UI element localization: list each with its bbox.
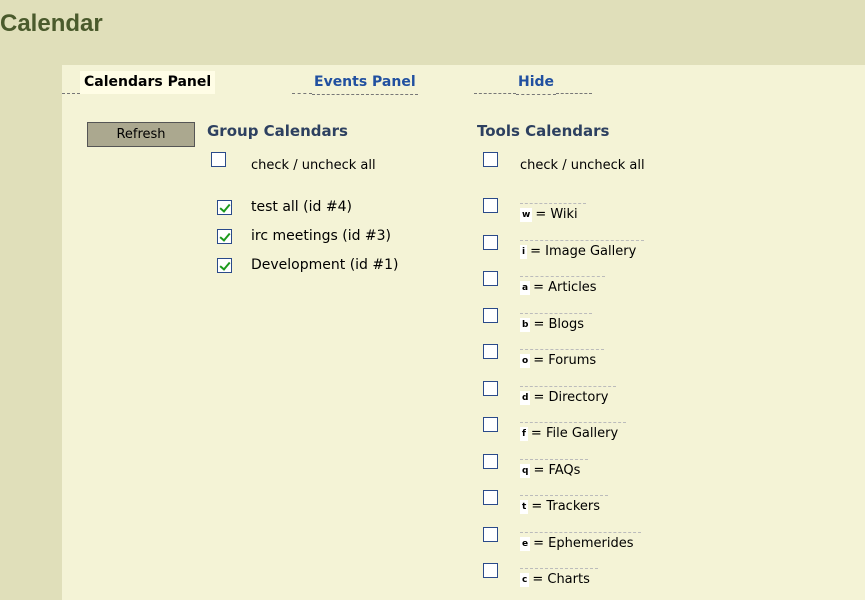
group-calendar-label: test all (id #4) [251, 199, 352, 215]
tool-calendar-row: w = Wiki [520, 203, 586, 226]
tool-calendar-row: q = FAQs [520, 458, 589, 482]
tool-calendar-label: = Charts [532, 572, 590, 587]
group-calendar-checkbox[interactable] [217, 258, 232, 273]
group-calendar-checkbox[interactable] [217, 200, 232, 215]
tool-letter-badge: t [520, 500, 529, 514]
tool-letter-badge: i [520, 244, 528, 259]
group-calendars-heading: Group Calendars [207, 122, 348, 140]
tool-calendar-label: = Directory [533, 389, 609, 405]
tool-letter-badge: d [520, 390, 531, 405]
tool-calendar-checkbox[interactable] [483, 563, 498, 578]
tool-letter-badge: a [520, 281, 531, 295]
page-title: Calendar [0, 10, 103, 37]
tool-calendar-checkbox[interactable] [483, 417, 498, 432]
tool-letter-badge: f [520, 427, 528, 441]
tool-calendar-row: f = File Gallery [520, 422, 627, 445]
tool-calendar-label: = Articles [533, 280, 597, 295]
tool-calendar-row: i = Image Gallery [520, 239, 645, 263]
tools-calendars-heading: Tools Calendars [477, 122, 610, 140]
tool-calendar-row: c = Charts [520, 568, 598, 591]
tab-events-panel[interactable]: Events Panel [312, 71, 418, 95]
tool-calendar-row: b = Blogs [520, 312, 592, 336]
tool-calendar-row: e = Ephemerides [520, 531, 642, 555]
tab-divider [556, 93, 592, 94]
tool-calendar-label: = FAQs [533, 462, 581, 478]
tool-letter-badge: q [520, 463, 531, 478]
tool-letter-badge: e [520, 536, 531, 551]
tool-calendar-row: d = Directory [520, 385, 617, 409]
tool-calendar-label: = Wiki [535, 207, 578, 222]
tool-calendar-checkbox[interactable] [483, 380, 498, 396]
tool-letter-badge: c [520, 573, 530, 587]
refresh-button[interactable]: Refresh [87, 122, 195, 147]
tab-bar: Calendars Panel Events Panel Hide [62, 71, 592, 97]
tool-calendar-checkbox[interactable] [483, 198, 498, 213]
tab-calendars-panel[interactable]: Calendars Panel [80, 71, 216, 94]
group-calendar-label: Development (id #1) [251, 257, 399, 273]
tool-calendar-row: o = Forums [520, 349, 605, 372]
tool-calendar-label: = Ephemerides [533, 535, 634, 551]
group-check-all-label: check / uncheck all [251, 158, 376, 173]
tool-calendar-checkbox[interactable] [483, 344, 498, 359]
tool-calendar-checkbox[interactable] [483, 234, 498, 250]
tools-check-all-label: check / uncheck all [520, 158, 645, 173]
tool-calendar-row: a = Articles [520, 276, 605, 299]
tool-calendar-label: = Trackers [531, 499, 601, 514]
group-calendar-label: irc meetings (id #3) [251, 228, 392, 244]
tool-calendar-checkbox[interactable] [483, 453, 498, 469]
tool-calendar-checkbox[interactable] [483, 490, 498, 505]
tool-letter-badge: w [520, 208, 533, 222]
tab-divider [292, 93, 312, 94]
tool-calendar-checkbox[interactable] [483, 526, 498, 542]
tab-hide[interactable]: Hide [516, 71, 557, 95]
tool-calendar-label: = File Gallery [530, 426, 619, 441]
tool-calendar-checkbox[interactable] [483, 271, 498, 286]
tab-divider [474, 93, 516, 94]
group-check-all-checkbox[interactable] [211, 152, 226, 167]
tool-calendar-checkbox[interactable] [483, 307, 498, 323]
tool-calendar-label: = Image Gallery [530, 243, 637, 259]
tools-check-all-checkbox[interactable] [483, 152, 498, 167]
tab-divider [62, 93, 80, 94]
group-calendar-checkbox[interactable] [217, 229, 232, 244]
tool-letter-badge: b [520, 317, 531, 332]
tool-calendar-row: t = Trackers [520, 495, 609, 518]
tool-calendar-label: = Blogs [533, 316, 584, 332]
tool-calendar-label: = Forums [533, 353, 597, 368]
tool-letter-badge: o [520, 354, 531, 368]
